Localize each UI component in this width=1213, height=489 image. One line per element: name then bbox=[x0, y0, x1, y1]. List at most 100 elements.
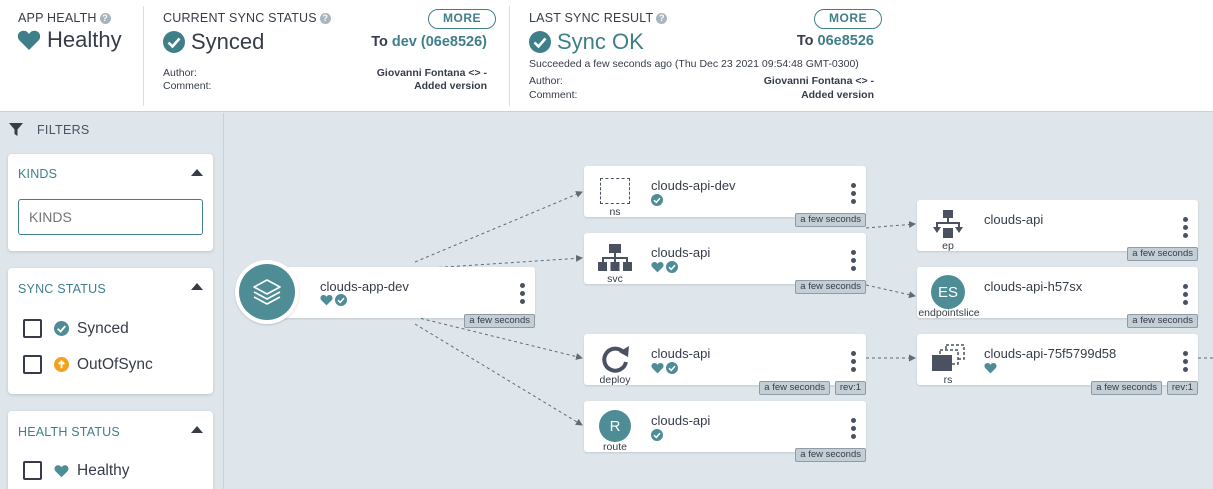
resource-node-ep[interactable]: ep clouds-api a few seconds bbox=[917, 200, 1198, 261]
resource-node-deploy[interactable]: deploy clouds-api a few seconds rev:1 bbox=[584, 334, 866, 395]
comment-label: Comment: bbox=[163, 80, 212, 92]
resource-node-rs[interactable]: rs clouds-api-75f5799d58 a few seconds r… bbox=[917, 334, 1198, 395]
help-icon[interactable]: ? bbox=[656, 13, 668, 24]
check-circle-icon bbox=[163, 31, 185, 53]
route-icon: R bbox=[596, 409, 634, 443]
filter-icon bbox=[9, 123, 23, 136]
resource-node-route[interactable]: R route clouds-api a few seconds bbox=[584, 401, 866, 462]
heart-icon bbox=[651, 261, 664, 273]
node-kind: endpointslice bbox=[918, 307, 980, 319]
node-menu-icon[interactable] bbox=[1182, 284, 1188, 305]
collapse-caret-icon[interactable] bbox=[191, 283, 203, 290]
help-icon[interactable]: ? bbox=[319, 13, 331, 24]
collapse-caret-icon[interactable] bbox=[191, 426, 203, 433]
node-status-icons bbox=[320, 294, 347, 306]
endpointslice-letters: ES bbox=[931, 275, 965, 309]
edge bbox=[865, 284, 916, 299]
filter-option-label: OutOfSync bbox=[77, 355, 153, 373]
edge bbox=[414, 323, 583, 426]
filter-option-synced[interactable]: Synced bbox=[23, 319, 129, 338]
node-status-icons bbox=[651, 362, 678, 374]
collapse-caret-icon[interactable] bbox=[191, 169, 203, 176]
app-health-label: APP HEALTH bbox=[18, 11, 97, 25]
to-prefix: To bbox=[371, 34, 388, 50]
node-name: clouds-api bbox=[984, 212, 1044, 227]
resource-node-ns[interactable]: ns clouds-api-dev a few seconds bbox=[584, 166, 866, 227]
node-menu-icon[interactable] bbox=[1182, 217, 1188, 238]
node-menu-icon[interactable] bbox=[519, 283, 525, 304]
to-prefix: To bbox=[796, 33, 814, 49]
last-sync-status: Sync OK bbox=[557, 29, 644, 54]
heart-icon bbox=[17, 30, 41, 50]
node-status-icons bbox=[984, 362, 997, 374]
comment-value: Added version bbox=[801, 89, 874, 101]
current-sync-section: CURRENT SYNC STATUS? MORE Synced To dev … bbox=[144, 0, 509, 112]
resource-node-endpointslice[interactable]: ES endpointslice clouds-api-h57sx a few … bbox=[917, 267, 1198, 328]
checkbox[interactable] bbox=[23, 355, 42, 374]
current-sync-status: Synced bbox=[191, 29, 265, 54]
resource-node-svc[interactable]: svc clouds-api a few seconds bbox=[584, 233, 866, 294]
last-sync-more-button[interactable]: MORE bbox=[814, 9, 882, 29]
heart-icon bbox=[651, 362, 664, 374]
node-menu-icon[interactable] bbox=[850, 351, 856, 372]
endpointslice-icon: ES bbox=[929, 275, 967, 309]
node-menu-icon[interactable] bbox=[850, 250, 856, 271]
edge bbox=[865, 220, 916, 229]
app-icon[interactable] bbox=[235, 260, 299, 324]
help-icon[interactable]: ? bbox=[99, 13, 111, 24]
filter-option-label: Synced bbox=[77, 319, 129, 337]
node-status-icons bbox=[651, 429, 663, 441]
comment-value: Added version bbox=[414, 80, 487, 92]
filter-option-outofsync[interactable]: OutOfSync bbox=[23, 355, 153, 374]
node-name: clouds-api-75f5799d58 bbox=[984, 346, 1117, 361]
app-health-status: Healthy bbox=[47, 27, 122, 52]
check-circle-icon bbox=[666, 261, 678, 273]
checkbox[interactable] bbox=[23, 319, 42, 338]
current-sync-more-button[interactable]: MORE bbox=[428, 9, 496, 29]
kinds-filter-title: KINDS bbox=[18, 167, 58, 181]
replicaset-icon bbox=[929, 342, 967, 376]
health-status-filter-panel: HEALTH STATUS Healthy bbox=[8, 411, 213, 489]
kinds-input[interactable] bbox=[18, 199, 203, 235]
age-tag: a few seconds bbox=[795, 448, 866, 462]
author-label: Author: bbox=[163, 67, 197, 79]
node-kind: svc bbox=[607, 273, 623, 285]
edge bbox=[414, 191, 583, 263]
check-circle-icon bbox=[651, 194, 663, 206]
layers-icon bbox=[253, 279, 281, 305]
node-kind: ns bbox=[609, 206, 621, 218]
last-sync-revision-link[interactable]: 06e8526 bbox=[818, 33, 874, 49]
filter-option-healthy[interactable]: Healthy bbox=[23, 461, 130, 480]
node-menu-icon[interactable] bbox=[850, 183, 856, 204]
filter-option-label: Healthy bbox=[77, 461, 130, 479]
sync-status-filter-title: SYNC STATUS bbox=[18, 282, 106, 296]
current-sync-label: CURRENT SYNC STATUS bbox=[163, 11, 317, 25]
check-circle-icon bbox=[651, 429, 663, 441]
current-sync-revision-link[interactable]: dev (06e8526) bbox=[392, 34, 487, 50]
node-name: clouds-app-dev bbox=[320, 279, 409, 294]
node-kind: ep bbox=[942, 240, 954, 252]
node-kind: deploy bbox=[599, 374, 631, 386]
endpoints-icon bbox=[929, 208, 967, 242]
node-kind: route bbox=[603, 441, 627, 453]
current-sync-to: To dev (06e8526) bbox=[371, 34, 487, 50]
author-label: Author: bbox=[529, 75, 563, 87]
comment-label: Comment: bbox=[529, 89, 578, 101]
last-sync-label: LAST SYNC RESULT bbox=[529, 11, 654, 25]
author-value: Giovanni Fontana <> - bbox=[763, 75, 874, 87]
health-status-filter-title: HEALTH STATUS bbox=[18, 425, 120, 439]
route-letter: R bbox=[599, 410, 631, 442]
age-tag: a few seconds bbox=[1127, 247, 1198, 261]
node-name: clouds-api-dev bbox=[651, 178, 736, 193]
filters-sidebar: FILTERS KINDS SYNC STATUS Synced OutOfSy… bbox=[0, 113, 224, 489]
checkbox[interactable] bbox=[23, 461, 42, 480]
deployment-icon bbox=[596, 342, 634, 376]
heart-icon bbox=[984, 362, 997, 374]
last-sync-to: To 06e8526 bbox=[797, 33, 874, 49]
node-menu-icon[interactable] bbox=[1182, 351, 1188, 372]
node-name: clouds-api bbox=[651, 413, 711, 428]
revision-tag: rev:1 bbox=[1166, 381, 1198, 395]
node-menu-icon[interactable] bbox=[850, 418, 856, 439]
heart-icon bbox=[54, 464, 69, 477]
service-icon bbox=[596, 241, 634, 275]
